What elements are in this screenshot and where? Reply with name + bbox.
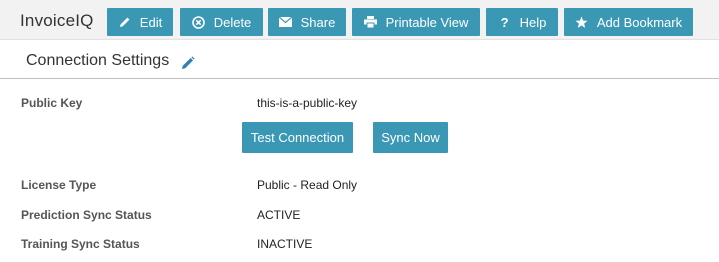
prediction-sync-status-label: Prediction Sync Status	[21, 208, 152, 222]
public-key-label: Public Key	[21, 96, 83, 110]
training-sync-status-value: INACTIVE	[257, 237, 313, 251]
share-button[interactable]: Share	[268, 8, 346, 36]
delete-button[interactable]: Delete	[180, 8, 263, 36]
training-sync-status-label: Training Sync Status	[21, 237, 140, 251]
help-button[interactable]: ? Help	[486, 8, 558, 36]
license-type-label: License Type	[21, 178, 97, 192]
print-icon	[364, 15, 378, 29]
pencil-icon[interactable]	[181, 56, 195, 70]
help-button-label: Help	[519, 14, 547, 30]
envelope-icon	[279, 15, 293, 29]
sync-now-button[interactable]: Sync Now	[373, 122, 448, 153]
test-connection-button[interactable]: Test Connection	[242, 122, 353, 153]
share-button-label: Share	[300, 14, 336, 30]
printable-view-button-label: Printable View	[385, 14, 469, 30]
edit-button-label: Edit	[139, 14, 163, 30]
license-type-value: Public - Read Only	[257, 178, 358, 192]
app-title: InvoiceIQ	[20, 11, 94, 30]
printable-view-button[interactable]: Printable View	[352, 8, 480, 36]
public-key-value: this-is-a-public-key	[257, 96, 358, 110]
section-header: Connection Settings	[0, 40, 719, 79]
toolbar: InvoiceIQ Edit Delete Share Printable Vi…	[0, 0, 719, 40]
prediction-sync-status-value: ACTIVE	[257, 208, 301, 222]
delete-button-label: Delete	[213, 14, 252, 30]
star-icon	[575, 15, 589, 29]
add-bookmark-button-label: Add Bookmark	[596, 14, 683, 30]
add-bookmark-button[interactable]: Add Bookmark	[564, 8, 693, 36]
times-circle-icon	[192, 15, 206, 29]
section-title: Connection Settings	[26, 52, 170, 69]
edit-button[interactable]: Edit	[107, 8, 173, 36]
question-icon: ?	[500, 14, 509, 30]
pencil-icon	[118, 15, 132, 29]
